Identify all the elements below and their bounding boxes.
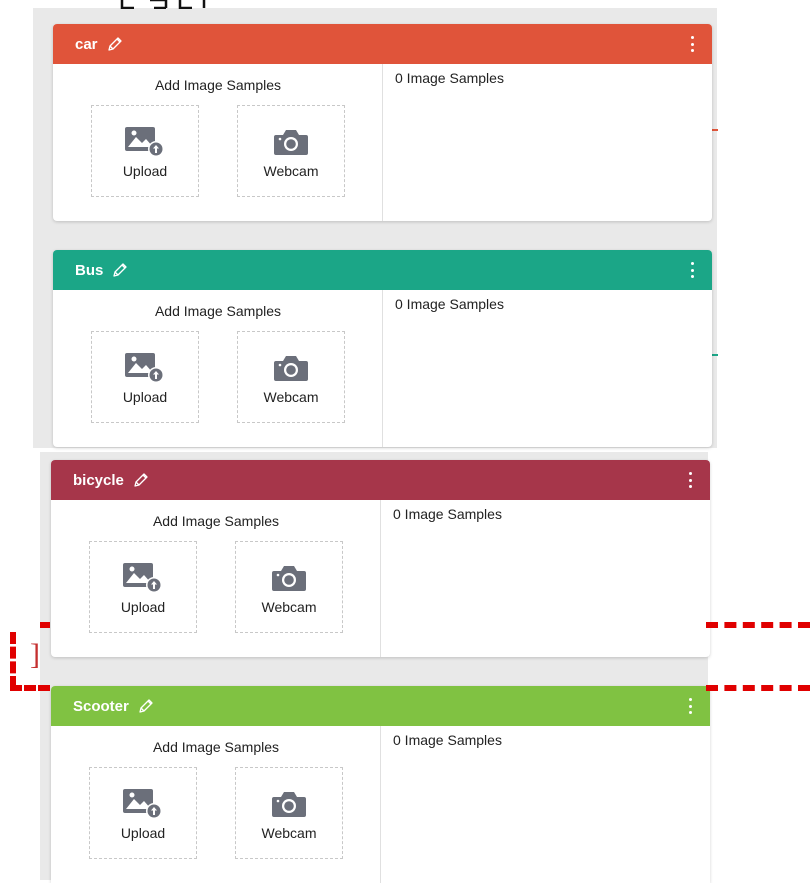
class-card-body: Add Image Samples Upload Webcam 0 Image …: [51, 500, 710, 657]
add-samples-label: Add Image Samples: [152, 739, 280, 755]
upload-label: Upload: [122, 389, 168, 405]
class-card-scooter: Scooter Add Image Samples Upload Webcam …: [51, 686, 710, 883]
image-upload-icon: [122, 351, 168, 385]
upload-label: Upload: [120, 599, 166, 615]
add-samples-label: Add Image Samples: [154, 303, 282, 319]
more-vertical-icon[interactable]: [688, 472, 692, 488]
add-samples-label: Add Image Samples: [154, 77, 282, 93]
sample-count: 0 Image Samples: [395, 70, 504, 86]
overlay-dash-top-left: [40, 622, 50, 628]
pencil-icon[interactable]: [112, 262, 128, 278]
samples-pane: 0 Image Samples: [381, 500, 710, 657]
sample-count: 0 Image Samples: [395, 296, 504, 312]
image-upload-icon: [120, 787, 166, 821]
samples-pane: 0 Image Samples: [381, 726, 710, 883]
overlay-dash-top-right: [706, 622, 810, 628]
upload-button[interactable]: Upload: [91, 331, 199, 423]
webcam-label: Webcam: [261, 825, 317, 841]
more-vertical-icon[interactable]: [688, 698, 692, 714]
class-name[interactable]: car: [75, 36, 98, 53]
overlay-dash-bottom-left: [10, 685, 50, 691]
class-card-body: Add Image Samples Upload Webcam 0 Image …: [53, 290, 712, 447]
overlay-dash-bottom-right: [706, 685, 810, 691]
class-header: Bus: [53, 250, 712, 290]
upload-button[interactable]: Upload: [89, 767, 197, 859]
pencil-icon[interactable]: [133, 472, 149, 488]
class-card-body: Add Image Samples Upload Webcam 0 Image …: [53, 64, 712, 221]
class-card-car: car Add Image Samples Upload Webcam 0 Im…: [53, 24, 712, 221]
pencil-icon[interactable]: [138, 698, 154, 714]
pencil-icon[interactable]: [107, 36, 123, 52]
webcam-button[interactable]: Webcam: [237, 105, 345, 197]
class-name[interactable]: Bus: [75, 262, 103, 279]
webcam-label: Webcam: [263, 163, 319, 179]
overlay-stray-char: ]: [30, 638, 40, 671]
image-upload-icon: [120, 561, 166, 595]
webcam-button[interactable]: Webcam: [237, 331, 345, 423]
add-samples-pane: Add Image Samples Upload Webcam: [53, 290, 383, 447]
webcam-button[interactable]: Webcam: [235, 541, 343, 633]
add-samples-label: Add Image Samples: [152, 513, 280, 529]
upload-button[interactable]: Upload: [91, 105, 199, 197]
camera-icon: [272, 351, 310, 385]
class-name[interactable]: bicycle: [73, 472, 124, 489]
upload-label: Upload: [122, 163, 168, 179]
class-card-body: Add Image Samples Upload Webcam 0 Image …: [51, 726, 710, 883]
add-samples-pane: Add Image Samples Upload Webcam: [51, 726, 381, 883]
webcam-button[interactable]: Webcam: [235, 767, 343, 859]
sample-count: 0 Image Samples: [393, 506, 502, 522]
webcam-label: Webcam: [261, 599, 317, 615]
camera-icon: [270, 787, 308, 821]
class-header: bicycle: [51, 460, 710, 500]
class-card-bicycle: bicycle Add Image Samples Upload Webcam …: [51, 460, 710, 657]
more-vertical-icon[interactable]: [690, 36, 694, 52]
add-samples-pane: Add Image Samples Upload Webcam: [51, 500, 381, 657]
class-header: car: [53, 24, 712, 64]
more-vertical-icon[interactable]: [690, 262, 694, 278]
webcam-label: Webcam: [263, 389, 319, 405]
upload-label: Upload: [120, 825, 166, 841]
upload-button[interactable]: Upload: [89, 541, 197, 633]
camera-icon: [270, 561, 308, 595]
samples-pane: 0 Image Samples: [383, 290, 712, 447]
cropped-glyph-remnant: [120, 0, 206, 9]
camera-icon: [272, 125, 310, 159]
image-upload-icon: [122, 125, 168, 159]
edge-tick: [712, 354, 718, 356]
class-card-bus: Bus Add Image Samples Upload Webcam 0 Im…: [53, 250, 712, 447]
overlay-dash-left: [10, 632, 16, 688]
samples-pane: 0 Image Samples: [383, 64, 712, 221]
class-header: Scooter: [51, 686, 710, 726]
edge-tick: [712, 129, 718, 131]
class-name[interactable]: Scooter: [73, 698, 129, 715]
sample-count: 0 Image Samples: [393, 732, 502, 748]
add-samples-pane: Add Image Samples Upload Webcam: [53, 64, 383, 221]
